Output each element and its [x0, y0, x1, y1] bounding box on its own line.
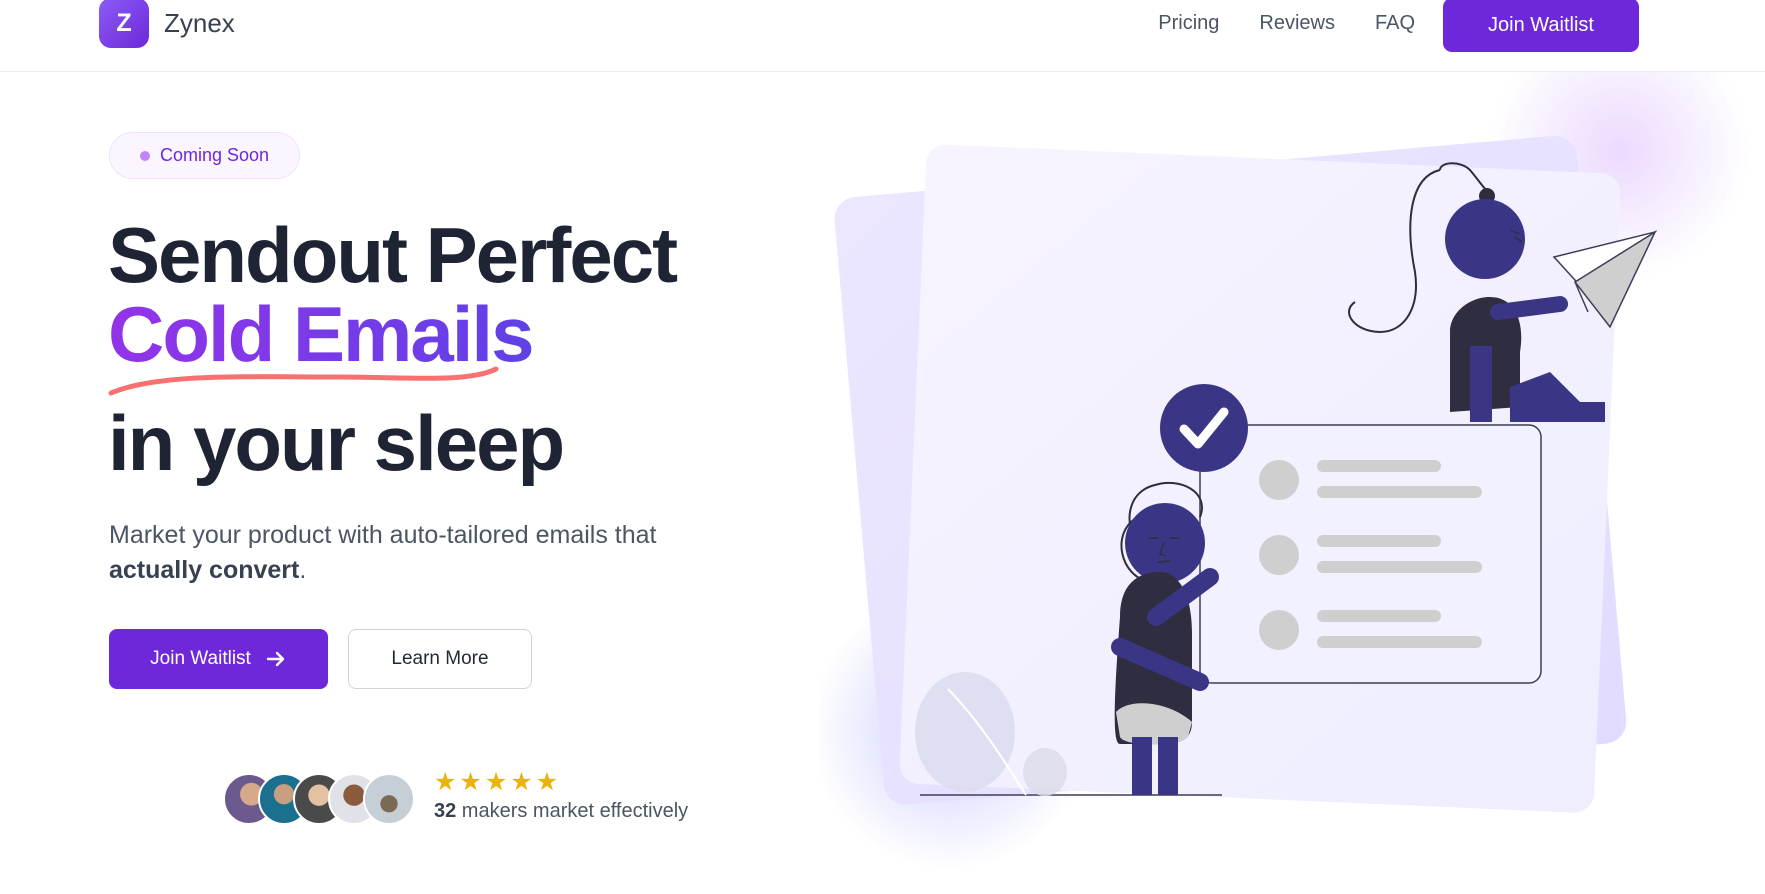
star-icon: ★: [510, 768, 533, 796]
headline-highlight: Cold Emails: [108, 295, 676, 373]
social-proof: ★ ★ ★ ★ ★ 32 makers market effectively: [434, 768, 688, 823]
logo-icon: Z: [99, 0, 149, 48]
social-proof-text: 32 makers market effectively: [434, 800, 688, 823]
star-icon: ★: [535, 768, 559, 796]
headline-line-1: Sendout Perfect: [108, 211, 678, 299]
brand[interactable]: Z Zynex: [99, 0, 235, 48]
join-waitlist-button[interactable]: Join Waitlist: [109, 629, 328, 689]
headline-line-3: in your sleep: [108, 399, 565, 487]
badge-dot-icon: [140, 150, 150, 161]
social-proof-label: makers market effectively: [456, 800, 689, 822]
avatar: [363, 773, 415, 825]
brand-name: Zynex: [164, 7, 235, 38]
star-icon: ★: [459, 768, 482, 796]
coming-soon-badge: Coming Soon: [109, 132, 301, 179]
subtext-prefix: Market your product with auto-tailored e…: [109, 521, 657, 549]
hero-subtext: Market your product with auto-tailored e…: [109, 518, 729, 588]
nav-link-reviews[interactable]: Reviews: [1259, 12, 1335, 35]
maker-count: 32: [434, 800, 457, 822]
nav-link-pricing[interactable]: Pricing: [1158, 12, 1219, 35]
join-waitlist-label: Join Waitlist: [150, 648, 251, 669]
hero-headline: Sendout Perfect Cold Emails: [108, 211, 678, 373]
check-circle-icon: [1160, 384, 1248, 472]
hero-illustration: [820, 72, 1750, 870]
nav-links: Pricing Reviews FAQ: [1158, 0, 1415, 46]
learn-more-button[interactable]: Learn More: [348, 629, 532, 689]
underline-squiggle: [108, 366, 499, 396]
badge-label: Coming Soon: [160, 145, 270, 165]
plant-leaf-icon: [915, 672, 1015, 792]
subtext-suffix: .: [299, 556, 307, 584]
nav-link-faq[interactable]: FAQ: [1375, 12, 1415, 35]
rating-stars: ★ ★ ★ ★ ★: [434, 768, 688, 796]
star-icon: ★: [484, 768, 508, 796]
star-icon: ★: [434, 768, 457, 796]
arrow-right-icon: [266, 651, 285, 667]
top-navbar: Z Zynex Pricing Reviews FAQ Join Waitlis…: [0, 0, 1765, 72]
nav-join-waitlist-button[interactable]: Join Waitlist: [1443, 0, 1639, 52]
plant-leaf-icon: [1023, 748, 1067, 796]
avatar-group: [223, 773, 415, 825]
subtext-emphasis: actually convert: [109, 556, 300, 584]
